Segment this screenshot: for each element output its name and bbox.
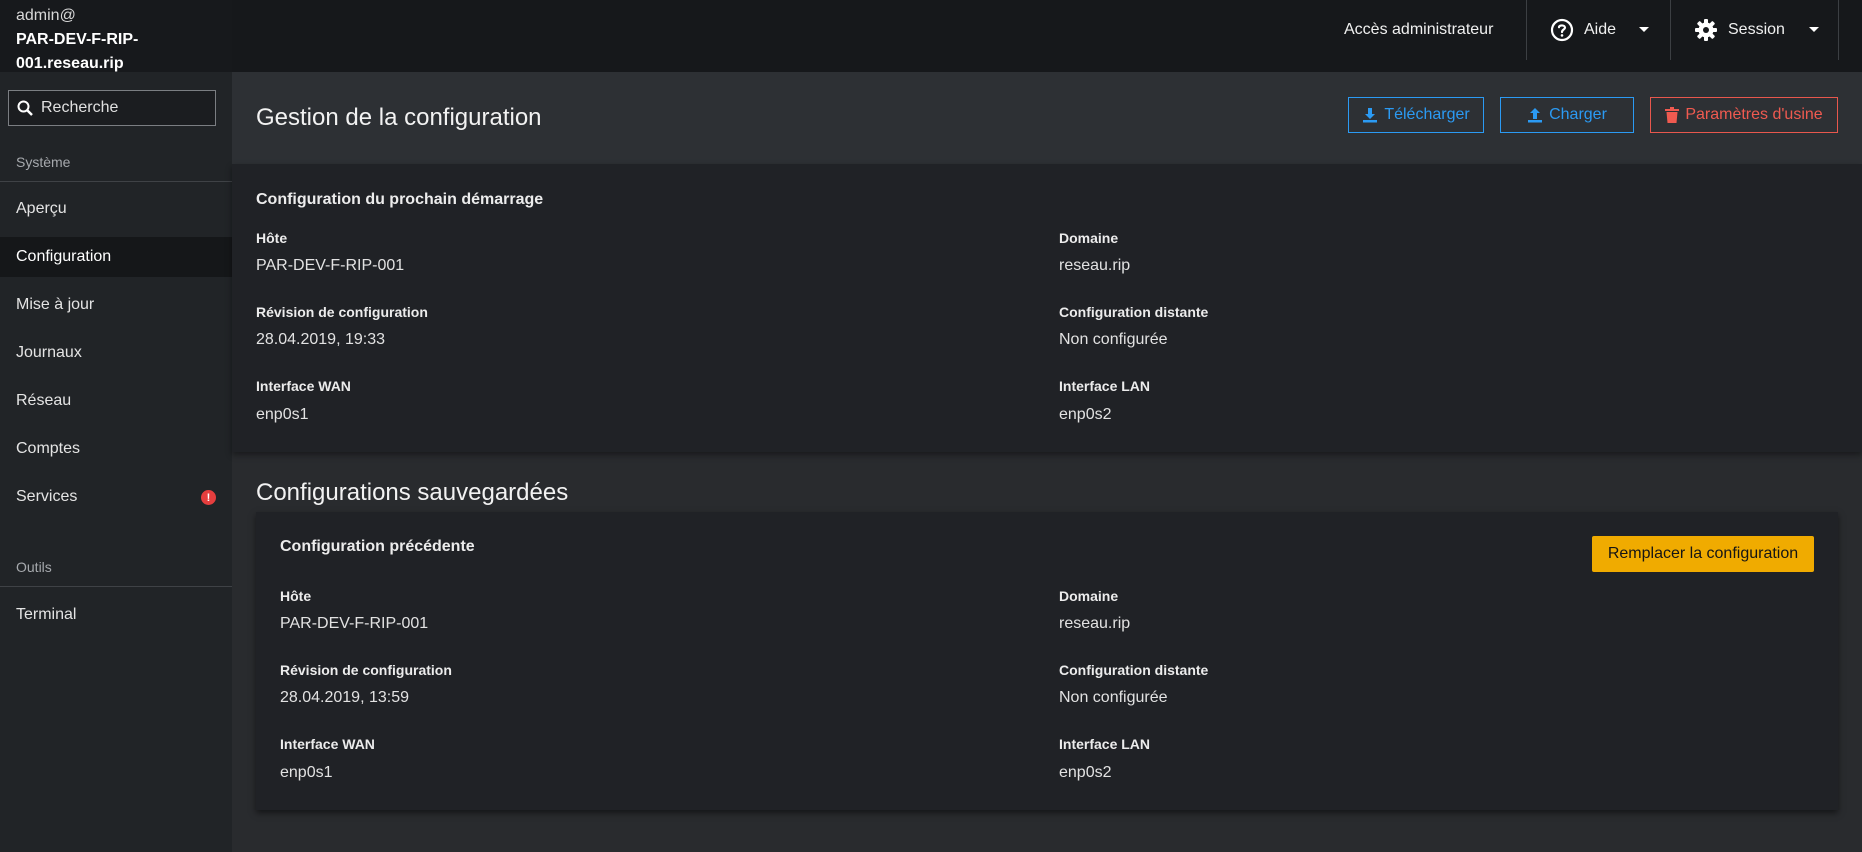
download-icon bbox=[1363, 108, 1378, 123]
factory-reset-button[interactable]: Paramètres d'usine bbox=[1650, 97, 1838, 133]
session-menu-button[interactable]: Session bbox=[1694, 0, 1819, 60]
upload-button[interactable]: Charger bbox=[1500, 97, 1634, 133]
host-value: PAR-DEV-F-RIP-001 bbox=[280, 615, 429, 632]
sidebar-item-configuration[interactable]: Configuration bbox=[0, 237, 232, 277]
session-label: Session bbox=[1728, 21, 1785, 38]
lan-interface-label: Interface LAN bbox=[1059, 378, 1151, 394]
revision-label: Révision de configuration bbox=[280, 662, 452, 678]
remote-config-value: Non configurée bbox=[1059, 331, 1168, 348]
domain-value: reseau.rip bbox=[1059, 257, 1131, 274]
wan-interface-label: Interface WAN bbox=[280, 736, 375, 752]
remote-config-label: Configuration distante bbox=[1059, 662, 1209, 678]
topbar-divider bbox=[1526, 0, 1527, 60]
admin-access-button[interactable]: Accès administrateur bbox=[1344, 0, 1493, 60]
wan-interface-value: enp0s1 bbox=[256, 406, 309, 423]
sidebar-item-label: Journaux bbox=[16, 344, 82, 361]
host-value: PAR-DEV-F-RIP-001 bbox=[256, 257, 405, 274]
nav-divider bbox=[0, 586, 232, 587]
host-label: Hôte bbox=[280, 588, 312, 604]
trash-icon bbox=[1665, 107, 1680, 123]
nav-section-system: Système bbox=[16, 154, 71, 170]
nav-divider bbox=[0, 181, 232, 182]
error-badge-icon: ! bbox=[201, 490, 216, 505]
top-bar: Accès administrateur Aide Session bbox=[232, 0, 1862, 72]
upload-label: Charger bbox=[1549, 106, 1607, 123]
card-title: Configuration précédente bbox=[280, 538, 475, 555]
topbar-divider bbox=[1838, 0, 1839, 60]
lan-interface-label: Interface LAN bbox=[1059, 736, 1151, 752]
sidebar-item-comptes[interactable]: Comptes bbox=[0, 429, 232, 469]
revision-value: 28.04.2019, 13:59 bbox=[280, 689, 410, 706]
sidebar-item-mise-a-jour[interactable]: Mise à jour bbox=[0, 285, 232, 325]
search-icon bbox=[17, 100, 33, 116]
sidebar-item-label: Terminal bbox=[16, 606, 77, 623]
lan-interface-value: enp0s2 bbox=[1059, 406, 1112, 423]
remote-config-label: Configuration distante bbox=[1059, 304, 1209, 320]
help-icon bbox=[1550, 18, 1574, 42]
sidebar-item-reseau[interactable]: Réseau bbox=[0, 381, 232, 421]
sidebar-item-label: Services bbox=[16, 488, 78, 505]
sidebar-item-apercu[interactable]: Aperçu bbox=[0, 189, 232, 229]
host-label: Hôte bbox=[256, 230, 288, 246]
domain-label: Domaine bbox=[1059, 588, 1119, 604]
host-block: admin@ PAR-DEV-F-RIP- 001.reseau.rip bbox=[0, 0, 232, 72]
nav-section-tools: Outils bbox=[16, 559, 52, 575]
card-title: Configuration du prochain démarrage bbox=[256, 191, 544, 208]
wan-interface-label: Interface WAN bbox=[256, 378, 351, 394]
topbar-divider bbox=[1670, 0, 1671, 60]
sidebar-item-label: Configuration bbox=[16, 248, 112, 265]
domain-label: Domaine bbox=[1059, 230, 1119, 246]
next-boot-config-card: Configuration du prochain démarrage Hôte… bbox=[232, 164, 1862, 452]
page-header: Gestion de la configuration Télécharger … bbox=[232, 72, 1862, 164]
download-label: Télécharger bbox=[1384, 106, 1470, 123]
previous-config-card: Configuration précédente Remplacer la co… bbox=[256, 512, 1838, 810]
remote-config-value: Non configurée bbox=[1059, 689, 1168, 706]
lan-interface-value: enp0s2 bbox=[1059, 764, 1112, 781]
sidebar-item-terminal[interactable]: Terminal bbox=[0, 595, 232, 635]
admin-access-label: Accès administrateur bbox=[1344, 21, 1494, 38]
saved-configs-title: Configurations sauvegardées bbox=[256, 479, 569, 506]
sidebar-item-label: Aperçu bbox=[16, 200, 67, 217]
chevron-down-icon bbox=[1808, 27, 1819, 32]
revision-value: 28.04.2019, 19:33 bbox=[256, 331, 386, 348]
search-placeholder: Recherche bbox=[41, 99, 119, 116]
replace-config-button[interactable]: Remplacer la configuration bbox=[1592, 536, 1814, 572]
host-user: admin@ bbox=[16, 7, 76, 24]
domain-value: reseau.rip bbox=[1059, 615, 1131, 632]
sidebar-item-services[interactable]: Services ! bbox=[0, 477, 232, 517]
revision-label: Révision de configuration bbox=[256, 304, 428, 320]
gear-icon bbox=[1695, 19, 1717, 41]
wan-interface-value: enp0s1 bbox=[280, 764, 333, 781]
help-menu-button[interactable]: Aide bbox=[1550, 0, 1650, 60]
page-title: Gestion de la configuration bbox=[256, 104, 542, 131]
chevron-down-icon bbox=[1639, 27, 1650, 32]
sidebar-item-label: Comptes bbox=[16, 440, 81, 457]
sidebar-item-label: Réseau bbox=[16, 392, 72, 409]
host-name-line2: 001.reseau.rip bbox=[16, 55, 124, 72]
sidebar-item-label: Mise à jour bbox=[16, 296, 95, 313]
sidebar-item-journaux[interactable]: Journaux bbox=[0, 333, 232, 373]
upload-icon bbox=[1528, 108, 1543, 123]
search-input[interactable]: Recherche bbox=[8, 90, 216, 126]
download-button[interactable]: Télécharger bbox=[1348, 97, 1484, 133]
factory-reset-label: Paramètres d'usine bbox=[1685, 106, 1823, 123]
host-name-line1: PAR-DEV-F-RIP- bbox=[16, 31, 139, 48]
help-label: Aide bbox=[1584, 21, 1617, 38]
sidebar: admin@ PAR-DEV-F-RIP- 001.reseau.rip Rec… bbox=[0, 0, 232, 852]
